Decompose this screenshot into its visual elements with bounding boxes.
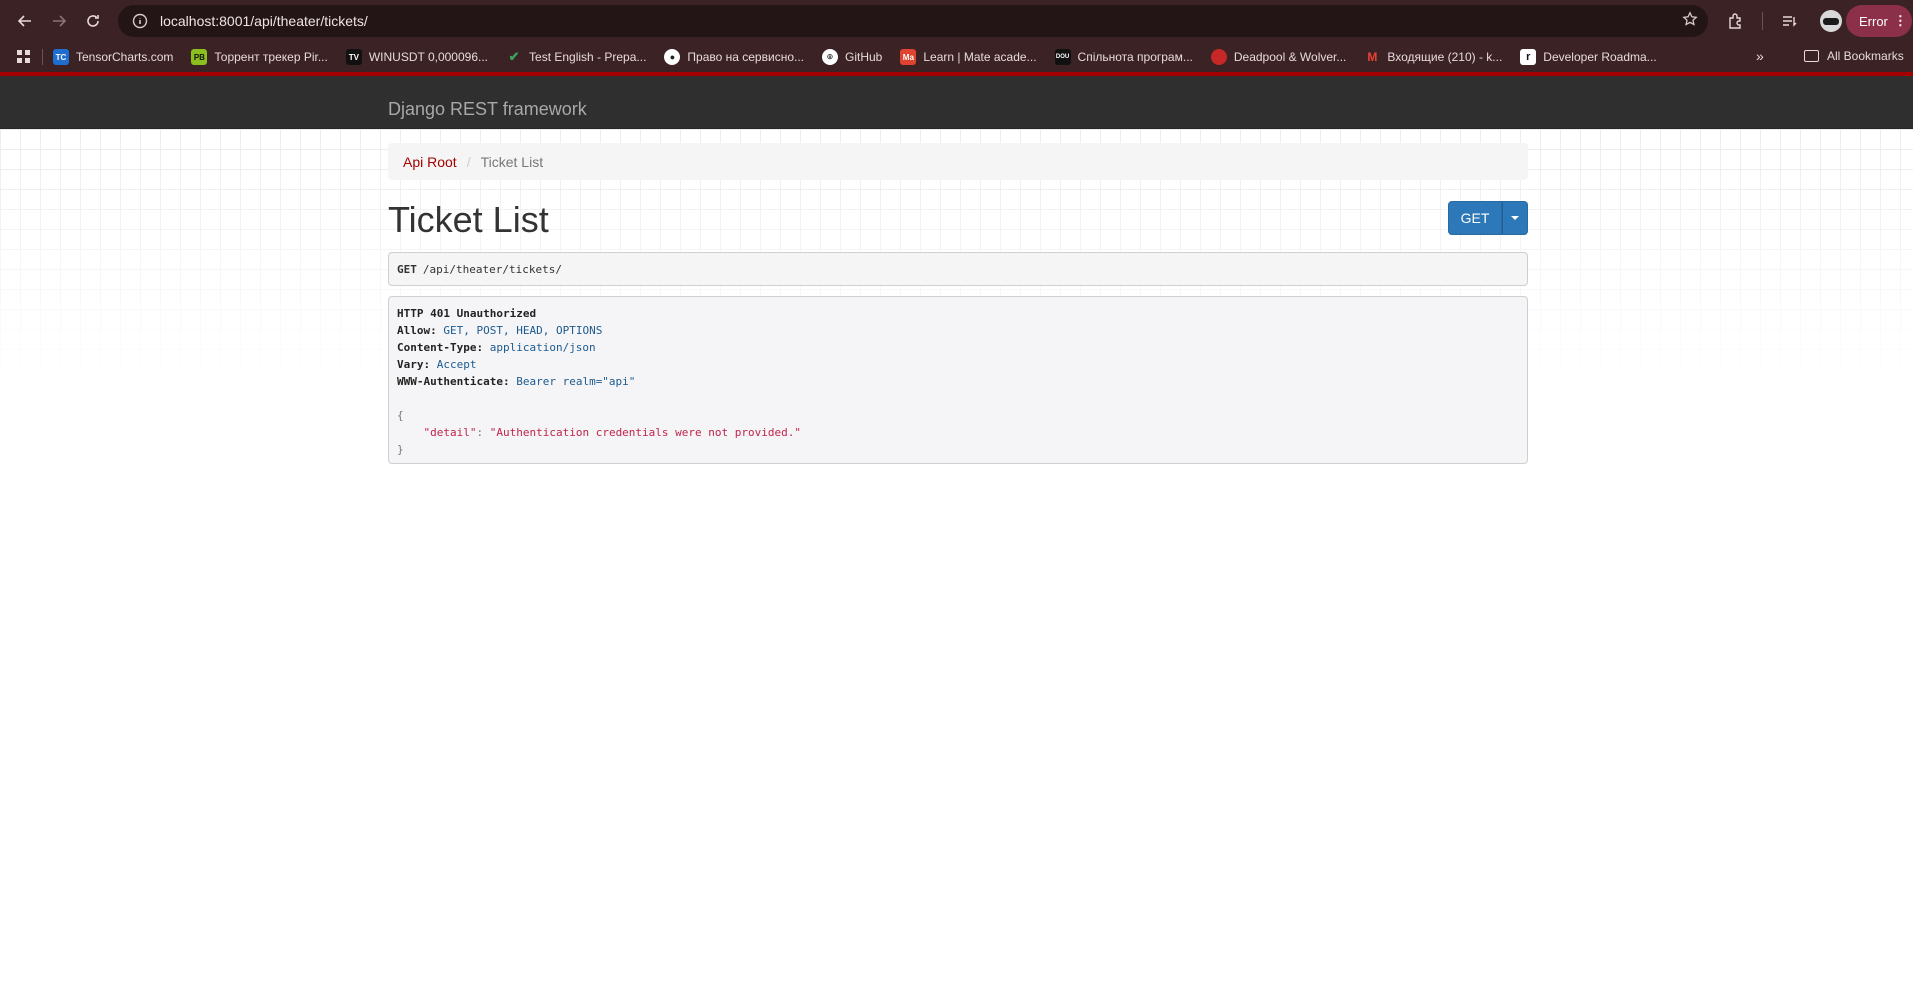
reading-list-icon[interactable] (1773, 5, 1805, 37)
header-value: Bearer realm="api" (516, 375, 636, 388)
response-status: HTTP 401 Unauthorized (397, 307, 537, 320)
tradingview-icon: TV (345, 49, 362, 65)
extensions-icon[interactable] (1720, 5, 1752, 37)
bookmark-label: Learn | Mate acade... (923, 50, 1037, 64)
bookmark-label: Спільнота програм... (1077, 50, 1193, 64)
caret-down-icon (1511, 216, 1519, 220)
bookmark-deadpool[interactable]: Deadpool & Wolver... (1210, 49, 1347, 65)
site-info-icon[interactable] (130, 11, 150, 31)
header-value: Accept (436, 358, 477, 371)
json-open-brace: { (397, 409, 404, 422)
avatar (1820, 10, 1842, 32)
divider (1762, 12, 1763, 30)
breadcrumb-current: Ticket List (480, 153, 544, 170)
bookmark-tradingview[interactable]: TV WINUSDT 0,000096... (345, 49, 489, 65)
request-info: GET /api/theater/tickets/ (388, 252, 1528, 286)
bookmark-label: Deadpool & Wolver... (1233, 50, 1347, 64)
bookmark-apple-service[interactable]: ● Право на сервисно... (664, 49, 804, 65)
arrow-right-icon (53, 15, 67, 27)
all-bookmarks-label: All Bookmarks (1827, 49, 1904, 63)
profile-avatar[interactable] (1815, 5, 1847, 37)
apple-icon: ● (664, 49, 681, 65)
request-method: GET (397, 262, 417, 276)
all-bookmarks-button[interactable]: All Bookmarks (1804, 49, 1904, 63)
bookmark-dou[interactable]: DOU Спільнота програм... (1054, 49, 1193, 65)
get-button-group: GET (1448, 201, 1528, 235)
bookmark-label: GitHub (845, 50, 883, 64)
request-path: /api/theater/tickets/ (422, 262, 562, 276)
back-button[interactable] (8, 4, 42, 38)
bookmark-github[interactable]: ⌾ GitHub (822, 49, 882, 65)
header-key: Allow: (397, 324, 437, 337)
json-value: "Authentication credentials were not pro… (489, 426, 801, 439)
gmail-icon: M (1367, 50, 1378, 64)
chevron-double-right-icon[interactable]: » (1756, 48, 1764, 64)
bookmark-tensorcharts[interactable]: TC TensorCharts.com (53, 49, 173, 65)
github-icon: ⌾ (822, 49, 838, 65)
dou-icon: DOU (1054, 49, 1071, 65)
format-dropdown-button[interactable] (1502, 201, 1528, 235)
header-value: application/json (489, 341, 596, 354)
header-value: GET, POST, HEAD, OPTIONS (443, 324, 603, 337)
bookmark-pirate-tracker[interactable]: PB Торрент трекер Pir... (191, 49, 328, 65)
mate-academy-icon: Ma (900, 49, 917, 65)
breadcrumb: Api Root / Ticket List (388, 143, 1528, 180)
divider (42, 49, 43, 65)
bookmark-label: Право на сервисно... (687, 50, 804, 64)
reload-button[interactable] (76, 4, 110, 38)
bookmark-mate-academy[interactable]: Ma Learn | Mate acade... (900, 49, 1037, 65)
header-key: Content-Type: (397, 341, 484, 354)
browser-chrome: localhost:8001/api/theater/tickets/ Erro… (0, 0, 1913, 72)
apps-grid-icon[interactable] (14, 47, 34, 67)
reload-icon (87, 15, 99, 27)
url-text[interactable]: localhost:8001/api/theater/tickets/ (160, 13, 368, 29)
bookmark-label: TensorCharts.com (76, 50, 174, 64)
check-icon: ✔ (508, 49, 520, 64)
bookmark-label: Test English - Prepa... (529, 50, 647, 64)
bookmark-label: Developer Roadma... (1543, 50, 1657, 64)
roadmap-icon: r (1520, 49, 1537, 65)
forward-button[interactable] (42, 4, 76, 38)
page-title: Ticket List (388, 199, 549, 240)
navbar (0, 76, 1913, 129)
json-colon: : (476, 426, 490, 439)
kebab-menu-icon[interactable]: ⋮ (1894, 13, 1907, 29)
response-info: HTTP 401 Unauthorized Allow: GET, POST, … (388, 296, 1528, 464)
address-bar[interactable]: localhost:8001/api/theater/tickets/ (118, 5, 1708, 37)
tensorcharts-icon: TC (53, 49, 69, 65)
folder-icon (1804, 50, 1819, 62)
pb-icon: PB (191, 49, 208, 65)
breadcrumb-api-root[interactable]: Api Root (403, 154, 457, 170)
bookmark-roadmap[interactable]: r Developer Roadma... (1520, 49, 1657, 65)
profile-error-button[interactable]: Error ⋮ (1846, 5, 1912, 37)
json-close-brace: } (397, 443, 404, 456)
bookmark-gmail[interactable]: M Входящие (210) - k... (1364, 49, 1502, 65)
error-label: Error (1859, 13, 1888, 29)
header-key: WWW-Authenticate: (397, 375, 510, 388)
main-content: Api Root / Ticket List Ticket List GET G… (0, 129, 1913, 987)
bookmark-label: Торрент трекер Pir... (214, 50, 328, 64)
toolbar: localhost:8001/api/theater/tickets/ Erro… (0, 0, 1913, 42)
breadcrumb-separator: / (466, 153, 471, 170)
bookmark-label: WINUSDT 0,000096... (368, 50, 489, 64)
json-key: "detail" (423, 426, 477, 439)
bookmark-label: Входящие (210) - k... (1387, 50, 1503, 64)
arrow-left-icon (17, 15, 31, 27)
header-key: Vary: (397, 358, 431, 371)
bookmark-star-icon[interactable] (1682, 10, 1698, 32)
get-button[interactable]: GET (1448, 201, 1502, 235)
bookmark-test-english[interactable]: ✔ Test English - Prepa... (506, 49, 647, 65)
deadpool-icon (1210, 49, 1227, 65)
toolbar-right (1720, 5, 1847, 37)
brand-link[interactable]: Django REST framework (388, 99, 587, 120)
bookmarks-bar: TC TensorCharts.com PB Торрент трекер Pi… (0, 42, 1913, 72)
